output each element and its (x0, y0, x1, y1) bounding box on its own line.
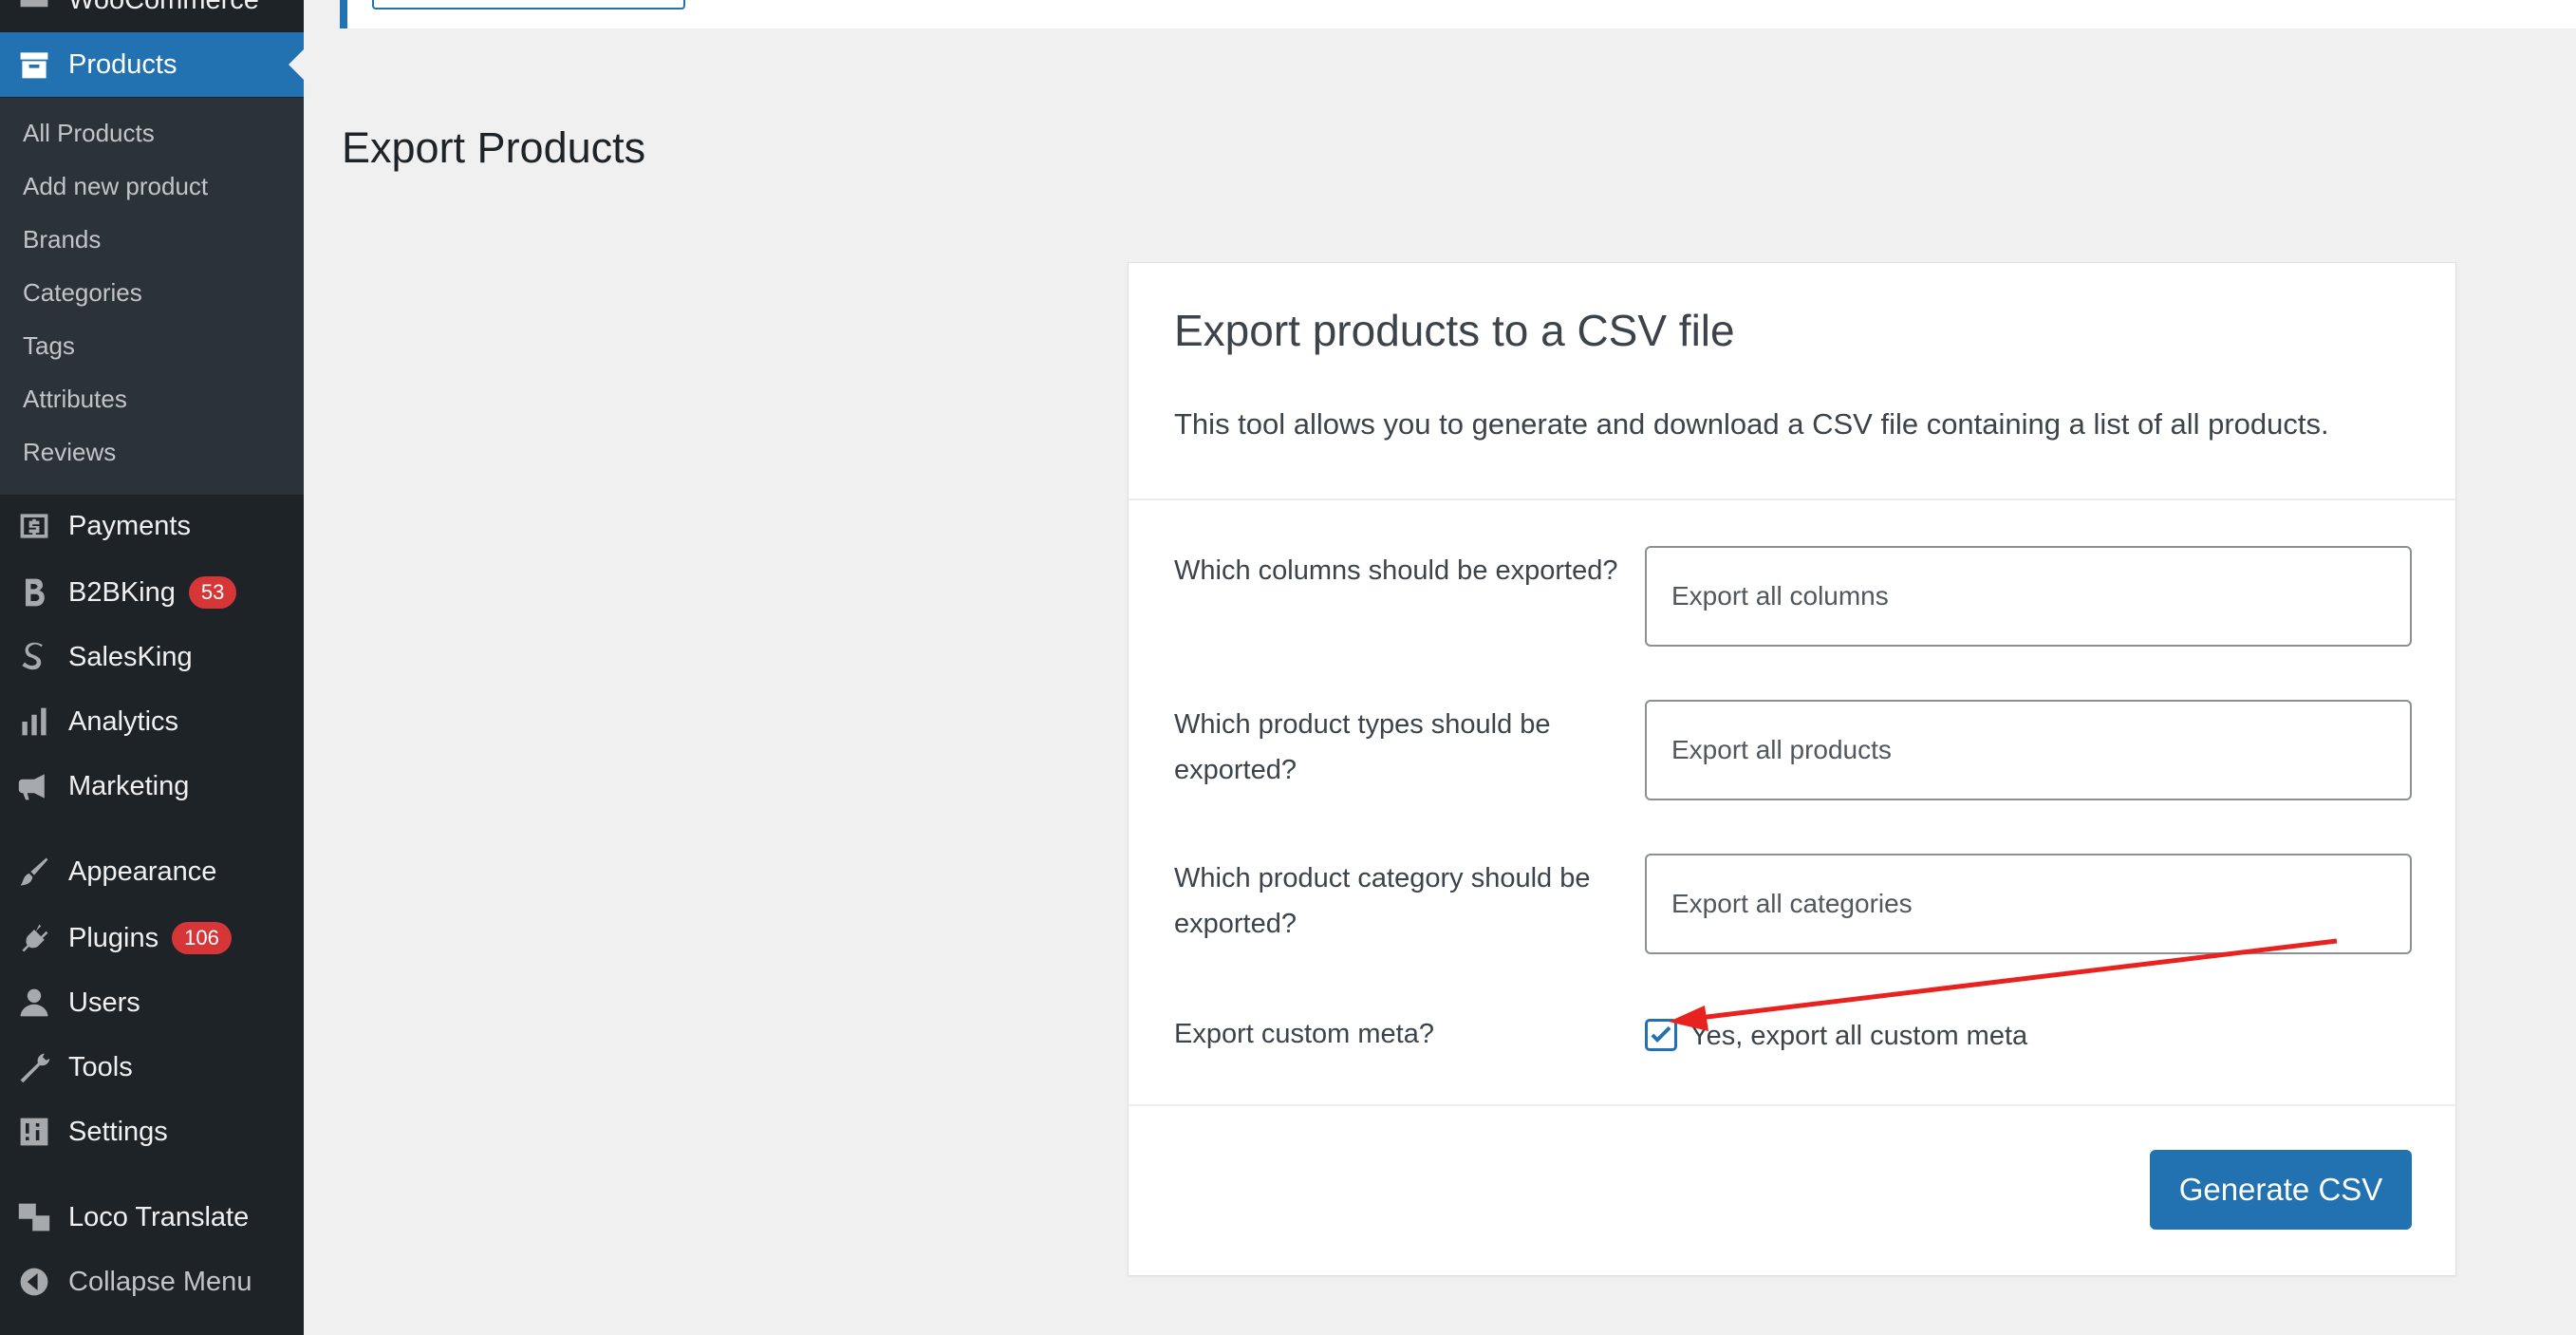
collapse-arrow-icon (15, 1263, 53, 1301)
menu-label: WooCommerce (68, 0, 259, 16)
product-category-select[interactable]: Export all categories (1645, 854, 2412, 954)
b2bking-count-badge: 53 (188, 576, 237, 609)
divider (1129, 1104, 2455, 1106)
menu-item-analytics[interactable]: Analytics (0, 689, 304, 754)
current-menu-arrow (289, 49, 304, 80)
b2bking-icon (15, 573, 53, 611)
menu-item-b2bking[interactable]: B2BKing 53 (0, 560, 304, 625)
menu-item-plugins[interactable]: Plugins 106 (0, 906, 304, 970)
menu-item-payments[interactable]: Payments (0, 494, 304, 558)
sliders-icon (15, 1113, 53, 1151)
notice-button[interactable] (372, 0, 685, 9)
columns-label: Which columns should be exported? (1174, 555, 1618, 586)
menu-item-salesking[interactable]: SalesKing (0, 625, 304, 689)
translate-icon (15, 1198, 53, 1236)
menu-label: Plugins (68, 922, 159, 953)
menu-item-tools[interactable]: Tools (0, 1035, 304, 1100)
product-category-label: Which product category should be exporte… (1174, 863, 1591, 939)
menu-item-users[interactable]: Users (0, 970, 304, 1035)
wrench-icon (15, 1048, 53, 1086)
salesking-icon (15, 638, 53, 676)
menu-label: Appearance (68, 856, 217, 887)
menu-item-marketing[interactable]: Marketing (0, 754, 304, 818)
menu-label: Payments (68, 510, 191, 541)
admin-sidebar: WooCommerce Products All Products Add ne… (0, 0, 304, 1335)
menu-item-woocommerce[interactable]: WooCommerce (0, 0, 304, 32)
menu-item-products[interactable]: Products (0, 32, 304, 97)
submenu-attributes[interactable]: Attributes (23, 385, 127, 414)
menu-label: Marketing (68, 770, 190, 801)
megaphone-icon (15, 767, 53, 805)
submenu-tags[interactable]: Tags (23, 331, 75, 361)
page-title: Export Products (342, 123, 646, 172)
menu-item-appearance[interactable]: Appearance (0, 839, 304, 904)
export-panel: Export products to a CSV file This tool … (1128, 262, 2456, 1276)
submenu-add-new-product[interactable]: Add new product (23, 172, 208, 201)
product-types-select[interactable]: Export all products (1645, 700, 2412, 800)
plugins-count-badge: 106 (172, 922, 232, 954)
submenu-all-products[interactable]: All Products (23, 119, 155, 148)
divider (1129, 498, 2455, 500)
menu-item-settings[interactable]: Settings (0, 1100, 304, 1164)
panel-title: Export products to a CSV file (1174, 306, 1735, 355)
collapse-menu-button[interactable]: Collapse Menu (0, 1250, 304, 1314)
submenu-reviews[interactable]: Reviews (23, 438, 116, 467)
dollar-icon (15, 507, 53, 545)
generate-csv-button[interactable]: Generate CSV (2150, 1150, 2412, 1230)
submenu-brands[interactable]: Brands (23, 225, 101, 254)
products-submenu: All Products Add new product Brands Cate… (0, 98, 304, 495)
menu-label: B2BKing (68, 576, 176, 608)
woocommerce-icon (15, 0, 53, 19)
menu-label: Users (68, 987, 140, 1018)
user-icon (15, 984, 53, 1022)
custom-meta-checkbox-label[interactable]: Yes, export all custom meta (1690, 1019, 2027, 1053)
panel-description: This tool allows you to generate and dow… (1174, 407, 2329, 441)
checkmark-icon (1651, 1025, 1671, 1043)
product-types-label: Which product types should be exported? (1174, 709, 1551, 785)
menu-item-loco-translate[interactable]: Loco Translate (0, 1185, 304, 1250)
menu-label: Loco Translate (68, 1201, 250, 1232)
menu-label: Analytics (68, 705, 179, 737)
archive-box-icon (15, 46, 53, 84)
menu-label: SalesKing (68, 641, 193, 672)
paintbrush-icon (15, 853, 53, 891)
custom-meta-label: Export custom meta? (1174, 1019, 1434, 1049)
custom-meta-checkbox[interactable] (1645, 1019, 1677, 1051)
menu-label: Products (68, 48, 177, 80)
menu-label: Settings (68, 1116, 168, 1147)
submenu-categories[interactable]: Categories (23, 278, 142, 308)
menu-label: Tools (68, 1051, 133, 1082)
menu-label: Collapse Menu (68, 1266, 252, 1297)
bar-chart-icon (15, 703, 53, 741)
plug-icon (15, 919, 53, 957)
columns-select[interactable]: Export all columns (1645, 546, 2412, 647)
